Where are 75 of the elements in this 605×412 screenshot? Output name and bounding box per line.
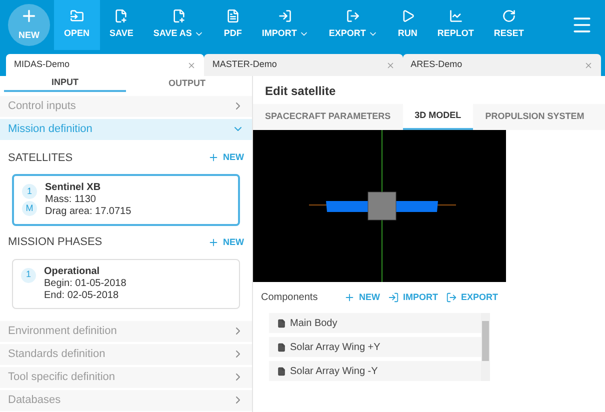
- editor-tab[interactable]: 3D MODEL: [402, 104, 474, 130]
- toolbar-button[interactable]: RUN: [388, 0, 428, 50]
- import-icon: [278, 9, 292, 24]
- plus-icon: [208, 236, 219, 248]
- section-label: Tool specific definition: [8, 370, 116, 385]
- toolbar-button[interactable]: EXPORT: [318, 0, 388, 50]
- component-action[interactable]: NEW: [344, 290, 380, 304]
- index-badge: 1: [21, 268, 36, 282]
- folder-icon: [70, 9, 84, 24]
- file-icon: [277, 342, 286, 352]
- editor-tab[interactable]: SPACECRAFT PARAMETERS: [253, 104, 403, 130]
- accordion-header[interactable]: Environment definition: [0, 320, 252, 342]
- index-badge: 1: [22, 184, 37, 199]
- item-name: Sentinel XB: [45, 182, 102, 194]
- export-icon: [446, 292, 457, 303]
- file-plus-icon: [172, 9, 186, 24]
- section-label: Environment definition: [8, 324, 117, 339]
- plus-icon: [344, 292, 355, 303]
- panel-tab[interactable]: OUTPUT: [126, 76, 248, 92]
- chart-icon: [448, 9, 463, 24]
- file-icon: [277, 366, 286, 376]
- scrollbar[interactable]: [481, 313, 490, 381]
- item-detail: Drag area: 17.0715: [45, 206, 132, 218]
- group-title: MISSION PHASES: [8, 235, 102, 250]
- components-title: Components: [261, 291, 319, 305]
- item-detail: End: 02-05-2018: [44, 290, 120, 302]
- type-badge: M: [22, 201, 37, 216]
- play-icon: [400, 9, 415, 24]
- accordion-header[interactable]: Standards definition: [0, 344, 252, 364]
- toolbar-button[interactable]: PDF: [214, 0, 252, 50]
- component-action[interactable]: EXPORT: [446, 290, 498, 304]
- toolbar-button[interactable]: REPLOT: [427, 0, 484, 50]
- list-card[interactable]: 1 Operational Begin: 01-05-2018 End: 02-05-2018: [12, 258, 240, 308]
- file-icon: [277, 318, 286, 328]
- component-row[interactable]: Main Body: [269, 313, 481, 333]
- accordion-header[interactable]: Mission definition: [0, 118, 252, 140]
- item-detail: Begin: 01-05-2018: [44, 278, 126, 290]
- pdf-icon: [226, 9, 240, 24]
- refresh-icon: [502, 9, 516, 24]
- toolbar-button[interactable]: OPEN: [54, 0, 100, 50]
- toolbar-button[interactable]: RESET: [484, 0, 534, 50]
- editor-title: Edit satellite: [264, 83, 337, 100]
- import-icon: [388, 292, 399, 303]
- close-icon[interactable]: [584, 60, 593, 70]
- section-label: Control inputs: [8, 98, 76, 114]
- group-title: SATELLITES: [8, 150, 73, 166]
- editor-tab[interactable]: PROPULSION SYSTEM: [473, 104, 596, 130]
- document-tab[interactable]: MASTER-Demo: [204, 54, 403, 76]
- accordion-header[interactable]: Tool specific definition: [0, 366, 252, 388]
- close-icon[interactable]: [187, 60, 196, 70]
- toolbar-button[interactable]: NEW: [8, 4, 50, 46]
- toolbar-button[interactable]: SAVE AS: [143, 0, 214, 50]
- component-action[interactable]: IMPORT: [388, 290, 438, 304]
- close-icon[interactable]: [386, 60, 395, 70]
- component-row[interactable]: Solar Array Wing -Y: [269, 361, 481, 381]
- list-card[interactable]: 1 M Sentinel XB Mass: 1130 Drag area: 17.0715: [12, 174, 240, 226]
- toolbar-button[interactable]: IMPORT: [252, 0, 319, 50]
- section-label: Databases: [8, 392, 61, 408]
- accordion-header[interactable]: Control inputs: [0, 96, 252, 116]
- accordion-header[interactable]: Databases: [0, 390, 252, 410]
- export-icon: [346, 9, 360, 24]
- panel-tab[interactable]: INPUT: [4, 76, 126, 92]
- new-button[interactable]: NEW: [208, 236, 244, 249]
- section-label: Mission definition: [8, 122, 92, 137]
- document-tab[interactable]: ARES-Demo: [402, 54, 601, 76]
- document-tab[interactable]: MIDAS-Demo: [6, 54, 204, 76]
- plus-icon: [208, 152, 219, 164]
- toolbar-button[interactable]: SAVE: [100, 0, 144, 50]
- new-button[interactable]: NEW: [208, 151, 244, 164]
- 3d-viewport[interactable]: [253, 130, 506, 282]
- file-plus-icon: [114, 9, 128, 24]
- item-detail: Mass: 1130: [45, 194, 97, 206]
- section-label: Standards definition: [8, 346, 106, 362]
- item-name: Operational: [44, 266, 101, 278]
- component-row[interactable]: Solar Array Wing +Y: [269, 337, 481, 357]
